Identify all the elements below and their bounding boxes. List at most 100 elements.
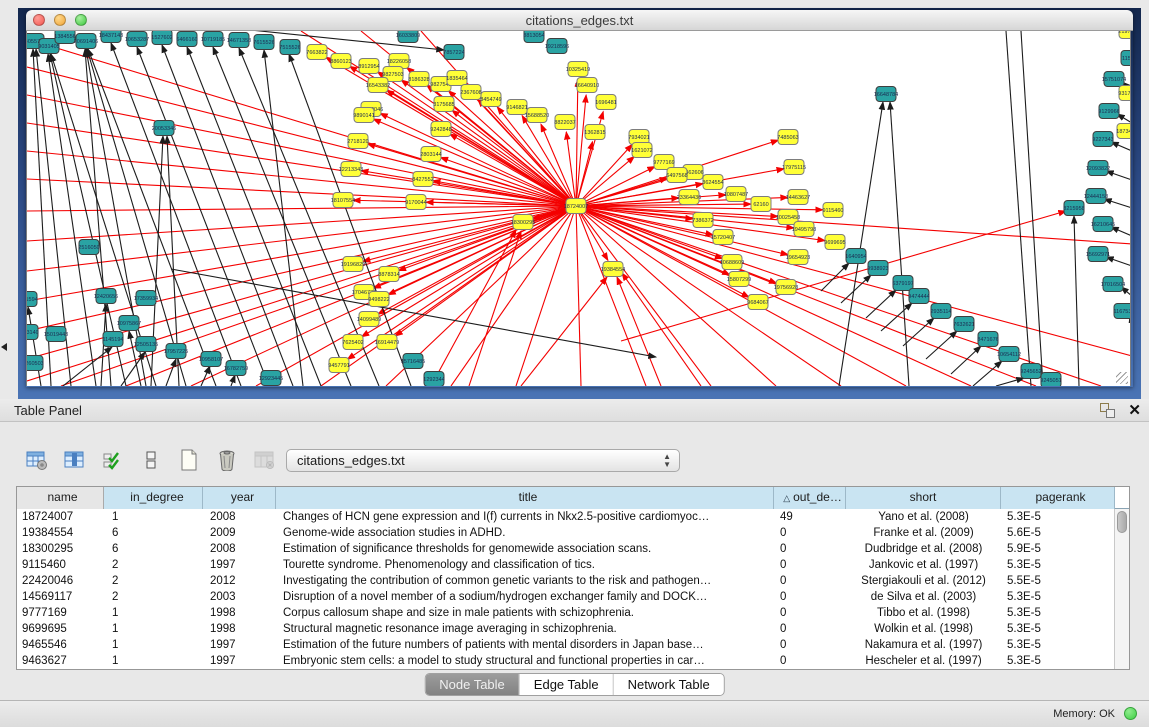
- graph-node[interactable]: 9227343: [1092, 132, 1113, 147]
- vertical-scrollbar[interactable]: [1114, 509, 1129, 669]
- table-row[interactable]: 946554611997Estimation of the future num…: [17, 637, 1129, 653]
- graph-node[interactable]: 3175685: [433, 97, 454, 112]
- table-row[interactable]: 977716911998Corpus callosum shape and si…: [17, 605, 1129, 621]
- column-header-out_de[interactable]: △out_de…: [774, 487, 846, 509]
- graph-node[interactable]: 6379197: [892, 276, 913, 291]
- column-header-year[interactable]: year: [203, 487, 276, 509]
- graph-node[interactable]: 2935114: [930, 304, 951, 319]
- graph-node[interactable]: 10654112: [997, 347, 1021, 362]
- column-header-name[interactable]: name: [17, 487, 104, 509]
- column-header-short[interactable]: short: [846, 487, 1001, 509]
- graph-node[interactable]: 1527602: [151, 31, 172, 45]
- table-row[interactable]: 1938455462009Genome-wide association stu…: [17, 525, 1129, 541]
- graph-node[interactable]: 9242848: [430, 122, 451, 137]
- graph-node[interactable]: 8454749: [480, 92, 501, 107]
- graph-node[interactable]: 16782759: [224, 361, 248, 376]
- network-window-titlebar[interactable]: citations_edges.txt: [26, 10, 1133, 31]
- graph-node[interactable]: 15019443: [44, 327, 68, 342]
- graph-node[interactable]: 9890141: [353, 108, 374, 123]
- graph-node[interactable]: 10325419: [566, 62, 590, 77]
- tab-network-table[interactable]: Network Table: [614, 674, 724, 695]
- graph-node[interactable]: 19384554: [601, 262, 625, 277]
- graph-node[interactable]: 9938923: [867, 261, 888, 276]
- graph-node[interactable]: 7515526: [279, 40, 300, 55]
- graph-node[interactable]: 18107554: [331, 193, 355, 208]
- graph-node[interactable]: 1621072: [631, 143, 652, 158]
- graph-node[interactable]: 2197764: [1118, 31, 1131, 39]
- graph-node[interactable]: 6497568: [666, 168, 687, 183]
- graph-node[interactable]: 1167533: [1113, 304, 1131, 319]
- graph-node[interactable]: 15720407: [711, 230, 735, 245]
- graph-node[interactable]: 15692971: [1086, 247, 1110, 262]
- graph-node[interactable]: 2516050: [78, 240, 99, 255]
- graph-node[interactable]: 1696481: [595, 95, 616, 110]
- graph-node[interactable]: 1145194: [102, 332, 123, 347]
- scrollbar-thumb[interactable]: [1117, 511, 1127, 533]
- graph-node[interactable]: 1640954: [845, 249, 866, 264]
- delete-columns-icon[interactable]: [252, 447, 278, 473]
- graph-node[interactable]: 12420656: [94, 289, 118, 304]
- float-panel-icon[interactable]: [1100, 403, 1115, 418]
- graph-node[interactable]: 7857224: [443, 45, 464, 60]
- graph-node[interactable]: 1260503: [27, 356, 44, 371]
- graph-node[interactable]: 15716485: [401, 354, 425, 369]
- close-panel-icon[interactable]: ✕: [1128, 401, 1141, 419]
- graph-node[interactable]: 62160: [751, 197, 771, 212]
- graph-node[interactable]: 18437143: [99, 31, 123, 43]
- graph-node[interactable]: 23364436: [677, 190, 701, 205]
- graph-node[interactable]: 8215958: [1063, 201, 1084, 216]
- table-select-dropdown[interactable]: citations_edges.txt ▲▼: [286, 449, 680, 472]
- graph-node[interactable]: 20053346: [152, 121, 176, 136]
- graph-node[interactable]: 115958: [1121, 51, 1131, 66]
- graph-node[interactable]: 19218596: [545, 39, 569, 54]
- graph-node[interactable]: 7632621: [953, 317, 974, 332]
- network-canvas[interactable]: 1872400788601238912954182260589827503165…: [26, 31, 1131, 386]
- graph-node[interactable]: 19654923: [786, 250, 810, 265]
- graph-node[interactable]: 8912954: [358, 59, 379, 74]
- graph-node[interactable]: 12923445: [259, 371, 283, 386]
- graph-node[interactable]: 16210645: [1091, 217, 1115, 232]
- column-header-pagerank[interactable]: pagerank: [1001, 487, 1115, 509]
- graph-node[interactable]: 8813054: [523, 31, 544, 43]
- graph-node[interactable]: 9457791: [328, 358, 349, 373]
- graph-node[interactable]: 9699695: [824, 235, 845, 250]
- graph-node[interactable]: 6466160: [176, 32, 197, 47]
- graph-node[interactable]: 14099489: [357, 312, 381, 327]
- table-row[interactable]: 1456911722003Disruption of a novel membe…: [17, 589, 1129, 605]
- delete-table-icon[interactable]: [214, 447, 240, 473]
- row-height-icon[interactable]: [138, 447, 164, 473]
- graph-node[interactable]: 12444158: [1084, 189, 1108, 204]
- graph-node[interactable]: 20691406: [74, 34, 98, 49]
- graph-node[interactable]: 18724007: [564, 199, 588, 214]
- graph-node[interactable]: 12093822: [1086, 161, 1110, 176]
- graph-node[interactable]: 9245051: [1040, 373, 1061, 387]
- graph-node[interactable]: 19495798: [792, 222, 816, 237]
- graph-node[interactable]: 7485063: [777, 130, 798, 145]
- table-row[interactable]: 946362711997Embryonic stem cells: a mode…: [17, 653, 1129, 669]
- graph-node[interactable]: 8186328: [408, 72, 429, 87]
- tab-node-table[interactable]: Node Table: [425, 674, 520, 695]
- citation-network-graph[interactable]: 1872400788601238912954182260589827503165…: [27, 31, 1131, 386]
- graph-node[interactable]: 7625402: [342, 335, 363, 350]
- graph-node[interactable]: 17957225: [164, 344, 188, 359]
- graph-node[interactable]: 15751074: [1102, 72, 1126, 87]
- graph-node[interactable]: 9317285: [1118, 86, 1131, 101]
- graph-node[interactable]: 16914479: [375, 335, 399, 350]
- graph-node[interactable]: 1292344: [423, 372, 444, 387]
- graph-node[interactable]: 16648784: [874, 87, 898, 102]
- column-header-in_degree[interactable]: in_degree: [104, 487, 203, 509]
- tab-edge-table[interactable]: Edge Table: [520, 674, 614, 695]
- graph-node[interactable]: 8860123: [330, 54, 351, 69]
- table-row[interactable]: 1872400712008Changes of HCN gene express…: [17, 509, 1129, 525]
- graph-node[interactable]: 9170044: [405, 195, 426, 210]
- graph-node[interactable]: 17359934: [134, 291, 158, 306]
- graph-node[interactable]: 19756928: [774, 280, 798, 295]
- graph-node[interactable]: 14671358: [227, 33, 251, 48]
- collapse-panel-arrow-icon[interactable]: [1, 343, 7, 351]
- graph-node[interactable]: 10719185: [201, 32, 225, 47]
- graph-node[interactable]: 9498222: [368, 292, 389, 307]
- graph-node[interactable]: 16033809: [396, 31, 420, 43]
- column-header-title[interactable]: title: [276, 487, 774, 509]
- graph-node[interactable]: 1384556: [54, 31, 75, 44]
- graph-node[interactable]: 10807487: [724, 187, 748, 202]
